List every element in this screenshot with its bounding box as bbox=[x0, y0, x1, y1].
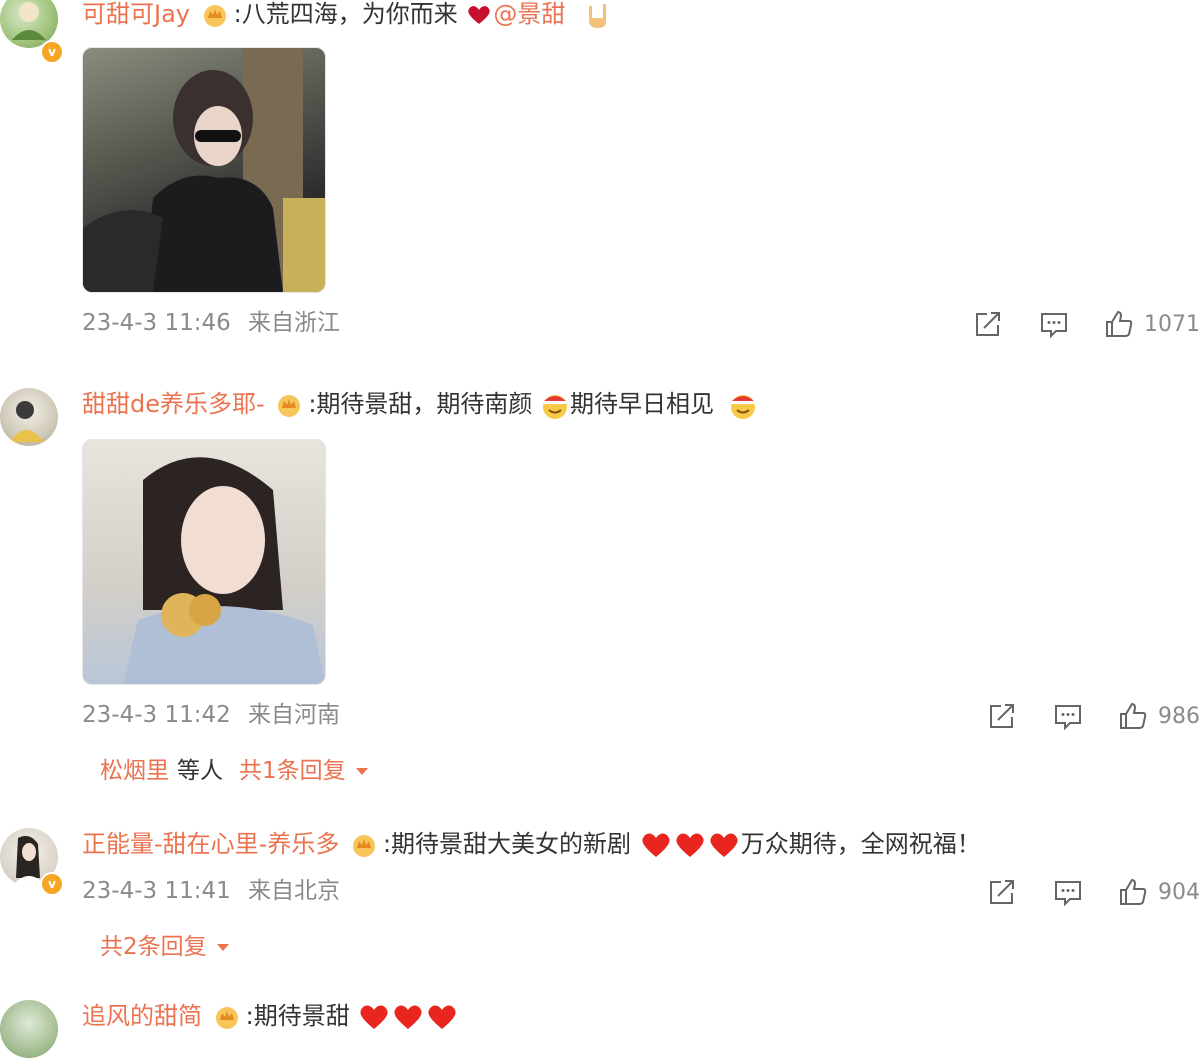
heart-icon bbox=[710, 833, 738, 857]
reply-count-link[interactable]: 共1条回复 bbox=[239, 758, 346, 784]
comment-text: :期待景甜大美女的新剧 bbox=[382, 830, 632, 858]
reply-count-link[interactable]: 共2条回复 bbox=[100, 934, 207, 960]
share-button[interactable] bbox=[986, 702, 1018, 730]
comment-icon bbox=[1041, 313, 1067, 338]
share-button[interactable] bbox=[986, 878, 1018, 906]
like-button[interactable]: 904 bbox=[1118, 877, 1200, 907]
comment-text-line: 可甜可Jay :八荒四海，为你而来 @景甜 bbox=[82, 0, 615, 30]
username-link[interactable]: 正能量-甜在心里-养乐多 bbox=[82, 830, 339, 858]
mention-link[interactable]: @景甜 bbox=[493, 0, 565, 28]
verified-badge-icon: v bbox=[40, 40, 64, 64]
comment-text: :期待景甜 bbox=[245, 1002, 350, 1030]
heart-icon bbox=[428, 1005, 456, 1029]
comment-text-line: 甜甜de养乐多耶- :期待景甜，期待南颜 期待早日相见 bbox=[82, 388, 758, 420]
comment-button[interactable] bbox=[1052, 878, 1084, 906]
comment-button[interactable] bbox=[1052, 702, 1084, 730]
comment-meta: 23-4-3 11:46 来自浙江 bbox=[82, 308, 340, 338]
santa-emoji-icon bbox=[543, 395, 568, 419]
comment-feed: v 可甜可Jay :八荒四海，为你而来 @景甜 23-4-3 11:46 来自浙… bbox=[0, 0, 1200, 1058]
username-link[interactable]: 追风的甜简 bbox=[82, 1002, 202, 1030]
heart-icon bbox=[642, 833, 670, 857]
photo-image-icon bbox=[83, 48, 325, 292]
comment-actions: 904 bbox=[986, 876, 1200, 908]
crown-badge-icon bbox=[203, 5, 226, 27]
location: 来自北京 bbox=[248, 878, 341, 904]
comment-actions: 986 bbox=[986, 700, 1200, 732]
comment-text: 期待早日相见 bbox=[570, 390, 715, 418]
comment-text: :八荒四海，为你而来 bbox=[233, 0, 458, 28]
username-link[interactable]: 可甜可Jay bbox=[82, 0, 190, 28]
crown-badge-icon bbox=[352, 835, 375, 857]
reply-preview[interactable]: 共2条回复 bbox=[100, 932, 229, 962]
chevron-down-icon bbox=[216, 944, 229, 951]
avatar-image-icon bbox=[10, 401, 44, 442]
photo-image-icon bbox=[123, 457, 325, 684]
comment-text: 万众期待，全网祝福！ bbox=[740, 830, 981, 858]
heart-icon bbox=[394, 1005, 422, 1029]
like-button[interactable]: 986 bbox=[1118, 701, 1200, 731]
santa-emoji-icon bbox=[730, 395, 755, 419]
username-link[interactable]: 甜甜de养乐多耶- bbox=[82, 390, 265, 418]
avatar[interactable] bbox=[0, 388, 58, 446]
heart-icon bbox=[676, 833, 704, 857]
like-count: 986 bbox=[1158, 703, 1200, 729]
avatar[interactable] bbox=[0, 1000, 58, 1058]
crown-badge-icon bbox=[278, 395, 301, 417]
comment-text: :期待景甜，期待南颜 bbox=[308, 390, 533, 418]
reply-text: 等人 bbox=[177, 758, 223, 784]
reply-username[interactable]: 松烟里 bbox=[100, 758, 169, 784]
comment-item: v 可甜可Jay :八荒四海，为你而来 @景甜 23-4-3 11:46 来自浙… bbox=[0, 0, 1200, 360]
verified-badge-icon: v bbox=[40, 872, 64, 896]
chevron-down-icon bbox=[355, 768, 368, 775]
like-count: 904 bbox=[1158, 879, 1200, 905]
comment-button[interactable] bbox=[1038, 310, 1070, 338]
comment-photo[interactable] bbox=[82, 47, 326, 293]
share-button[interactable] bbox=[972, 310, 1004, 338]
timestamp: 23-4-3 11:41 bbox=[82, 878, 231, 904]
share-icon bbox=[976, 312, 1000, 336]
comment-text-line: 正能量-甜在心里-养乐多 :期待景甜大美女的新剧 万众期待，全网祝福！ bbox=[82, 828, 981, 860]
location: 来自河南 bbox=[248, 702, 341, 728]
comment-actions: 1071 bbox=[972, 308, 1200, 340]
comment-meta: 23-4-3 11:42 来自河南 bbox=[82, 700, 340, 730]
like-button[interactable]: 1071 bbox=[1104, 309, 1200, 339]
heart-icon bbox=[360, 1005, 388, 1029]
like-count: 1071 bbox=[1144, 311, 1200, 337]
heart-icon bbox=[468, 6, 491, 25]
like-icon bbox=[1120, 702, 1147, 729]
comment-icon bbox=[1055, 881, 1081, 906]
comment-meta: 23-4-3 11:41 来自北京 bbox=[82, 876, 340, 906]
like-icon bbox=[1106, 310, 1133, 337]
reply-preview[interactable]: 松烟里 等人 共1条回复 bbox=[100, 756, 368, 786]
comment-photo[interactable] bbox=[82, 439, 326, 685]
share-icon bbox=[990, 880, 1014, 904]
location: 来自浙江 bbox=[248, 310, 341, 336]
timestamp: 23-4-3 11:46 bbox=[82, 310, 231, 336]
share-icon bbox=[990, 704, 1014, 728]
crown-badge-icon bbox=[215, 1007, 238, 1029]
rock-hand-icon bbox=[589, 4, 607, 28]
comment-text-line: 追风的甜简 :期待景甜 bbox=[82, 1000, 459, 1032]
timestamp: 23-4-3 11:42 bbox=[82, 702, 231, 728]
comment-icon bbox=[1055, 705, 1081, 730]
like-icon bbox=[1120, 878, 1147, 905]
